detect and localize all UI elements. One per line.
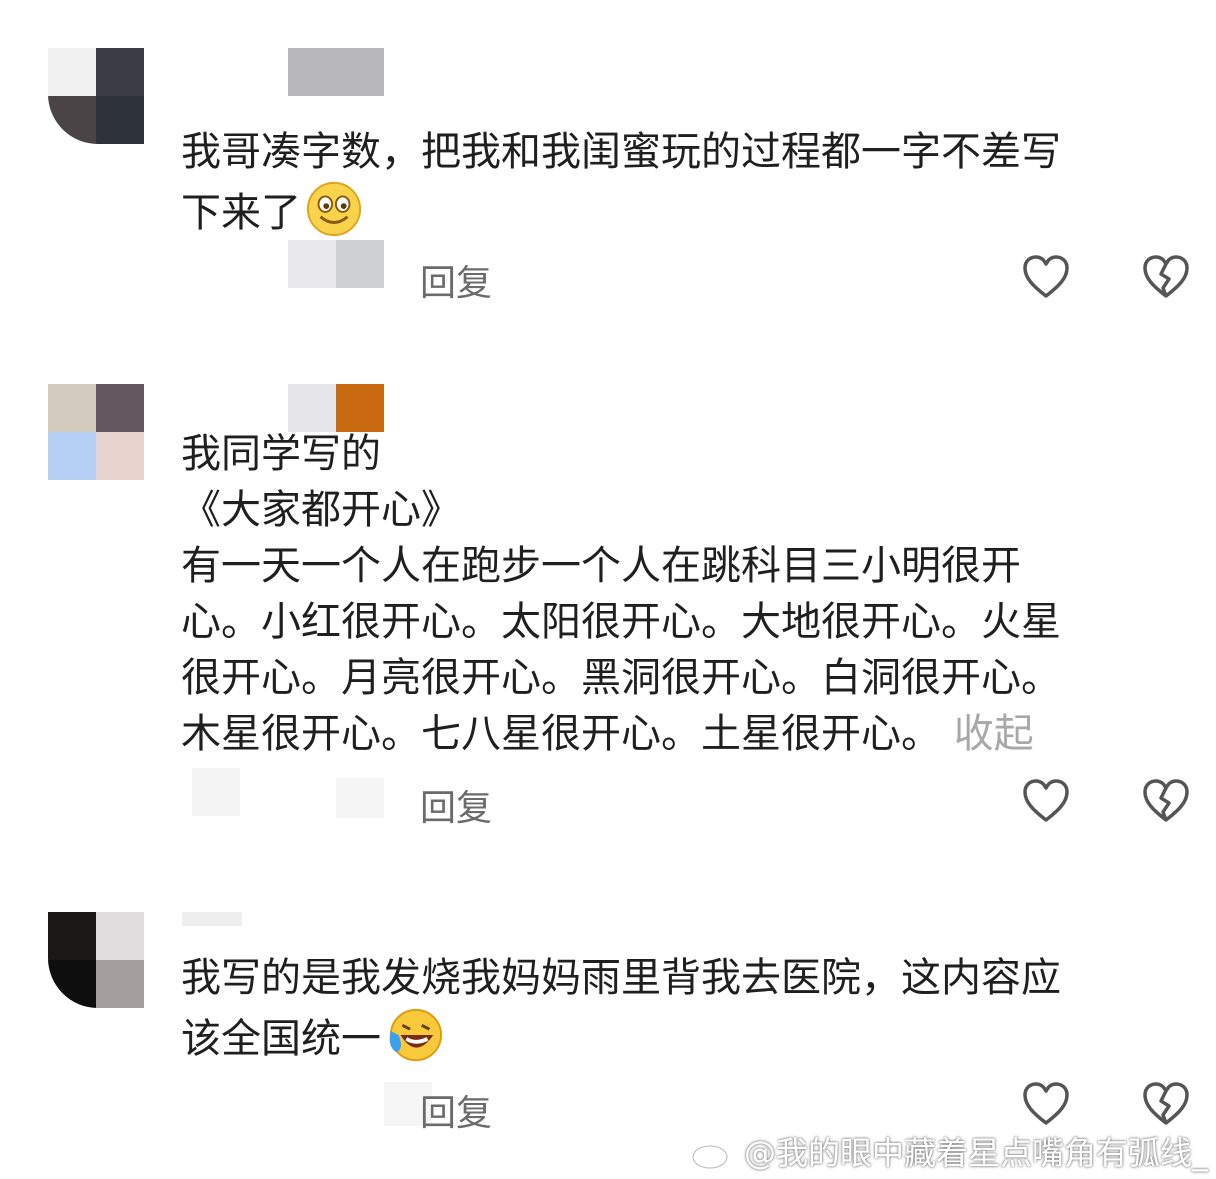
reply-button[interactable]: 回复: [420, 254, 492, 306]
username-censored[interactable]: [288, 48, 384, 96]
comment-text: 我写的是我发烧我妈妈雨里背我去医院，这内容应 该全国统一: [181, 955, 1061, 1062]
like-heart-icon[interactable]: [1021, 1079, 1071, 1129]
dislike-broken-heart-icon[interactable]: [1141, 776, 1191, 826]
reply-button[interactable]: 回复: [420, 779, 492, 831]
time-censored: [192, 768, 240, 816]
like-heart-icon[interactable]: [1021, 776, 1071, 826]
avatar[interactable]: [48, 384, 144, 480]
username-censored[interactable]: [288, 384, 384, 432]
collapse-button[interactable]: 收起: [954, 711, 1034, 757]
laugh-cry-emoji: [389, 1008, 443, 1062]
like-heart-icon[interactable]: [1021, 252, 1071, 302]
avatar[interactable]: [48, 48, 144, 144]
grin-emoji: [306, 181, 362, 237]
watermark: @我的眼中藏着星点嘴角有弧线_: [690, 1128, 1208, 1174]
comment-text: 我哥凑字数，把我和我闺蜜玩的过程都一字不差写 下来了: [181, 129, 1061, 237]
reply-button[interactable]: 回复: [420, 1084, 492, 1136]
username-censored[interactable]: [182, 912, 242, 926]
time-censored: [336, 778, 384, 818]
time-censored: [288, 240, 384, 288]
weibo-logo-icon: [691, 1135, 736, 1170]
watermark-text: @我的眼中藏着星点嘴角有弧线_: [744, 1134, 1209, 1172]
dislike-broken-heart-icon[interactable]: [1141, 1079, 1191, 1129]
dislike-broken-heart-icon[interactable]: [1141, 252, 1191, 302]
avatar[interactable]: [48, 912, 144, 1008]
comment-text: 我同学写的 《大家都开心》 有一天一个人在跑步一个人在跳科目三小明很开 心。小红很开心…: [181, 431, 1061, 757]
